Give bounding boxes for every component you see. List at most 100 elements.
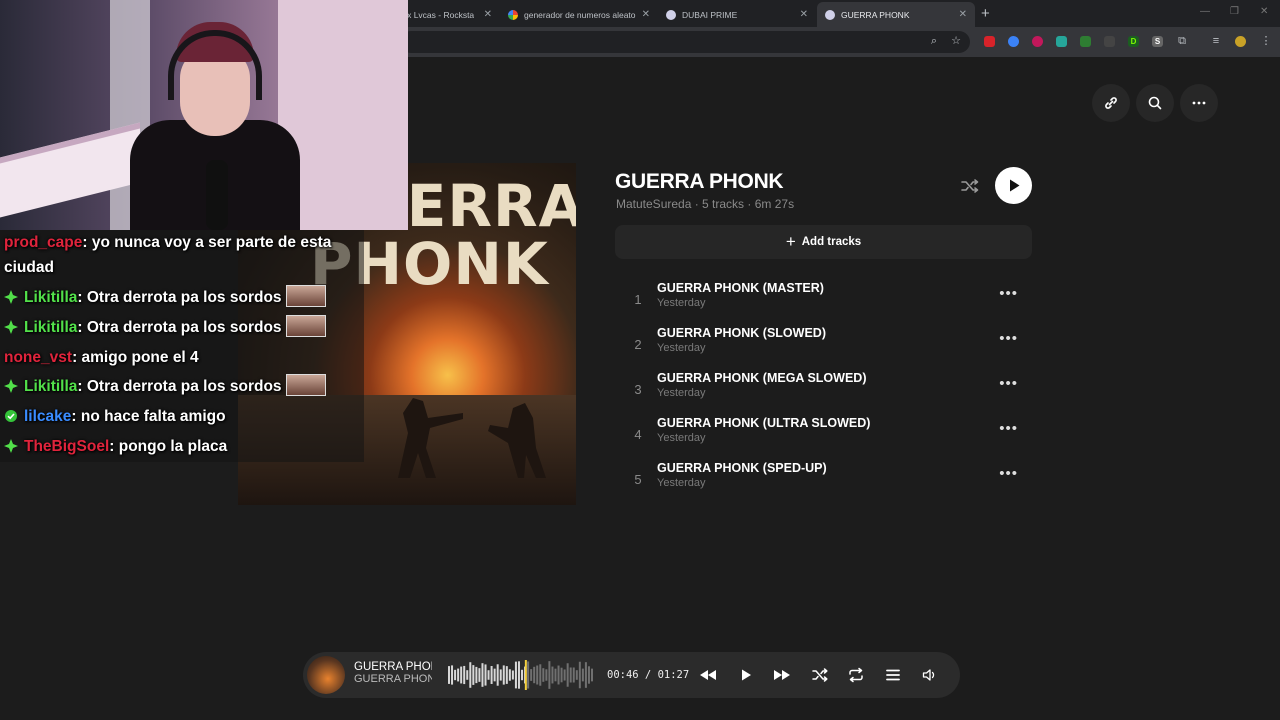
chat-text: : Otra derrota pa los sordos [77,319,282,336]
track-row[interactable]: 5 GUERRA PHONK (SPED-UP) Yesterday ••• [625,459,1030,499]
track-title: GUERRA PHONK (MASTER) [657,281,824,295]
shuffle-icon [812,668,828,682]
browser-tab[interactable]: tt x Lvcas - Rocksta ✕ [392,2,500,27]
waveform-bar [454,669,457,681]
track-more-button[interactable]: ••• [999,420,1018,437]
play-playlist-button[interactable] [995,167,1032,204]
add-tracks-button[interactable]: + Add tracks [615,225,1032,259]
waveform-bar [517,661,520,689]
microphone [206,160,228,230]
track-more-button[interactable]: ••• [999,330,1018,347]
waveform-bar [539,664,542,686]
maximize-icon[interactable]: ❐ [1230,6,1239,17]
waveform-bar [542,668,545,682]
play-icon [1010,179,1020,192]
waveform-bar [499,669,502,681]
waveform-bar [511,670,514,680]
waveform-bar [530,669,533,681]
chat-message: TheBigSoel: pongo la placa [4,434,227,459]
more-options-button[interactable] [1180,84,1218,122]
shuffle-button[interactable] [810,665,830,685]
chat-username: TheBigSoel [24,438,110,455]
browser-tab-active[interactable]: GUERRA PHONK ✕ [817,2,975,27]
waveform-bar [560,667,563,683]
repeat-button[interactable] [846,665,866,685]
bookmark-star-icon[interactable]: ☆ [950,35,962,47]
now-playing-title[interactable]: GUERRA PHONK [354,661,432,673]
zoom-icon[interactable]: ⌕ [928,35,940,47]
volume-button[interactable] [920,665,940,685]
now-playing-thumbnail[interactable] [307,656,345,694]
google-icon [508,9,518,20]
chat-message: Likitilla: Otra derrota pa los sordos [4,285,326,310]
browser-tab[interactable]: DUBAI PRIME ✕ [658,2,816,27]
green-diamond-icon [4,290,18,304]
playhead-marker[interactable] [524,660,527,690]
play-button[interactable] [736,665,756,685]
track-row[interactable]: 3 GUERRA PHONK (MEGA SLOWED) Yesterday •… [625,369,1030,409]
address-bar[interactable] [400,31,970,53]
track-date: Yesterday [657,477,706,489]
extension-icon[interactable] [984,36,995,47]
play-icon [742,669,751,681]
webcam-overlay [0,0,408,230]
track-more-button[interactable]: ••• [999,465,1018,482]
extension-icon[interactable]: S [1152,36,1163,47]
close-icon[interactable]: ✕ [642,9,650,20]
track-row[interactable]: 1 GUERRA PHONK (MASTER) Yesterday ••• [625,279,1030,319]
chat-text: : yo nunca voy a ser parte de esta [82,234,332,251]
verified-icon [5,410,17,422]
green-diamond-icon [4,320,18,334]
waveform-bar [563,669,566,681]
browser-menu-icon[interactable]: ⋮ [1260,35,1272,47]
previous-button[interactable] [698,665,718,685]
chat-text: : Otra derrota pa los sordos [77,378,282,395]
tab-label: GUERRA PHONK [841,9,910,20]
chat-username: prod_cape [4,234,83,251]
waveform-bar [548,661,551,689]
playback-time: 00:46 / 01:27 [607,669,690,681]
new-tab-button[interactable]: + [981,5,990,22]
site-icon [666,9,676,20]
extension-icon[interactable]: D [1128,36,1139,47]
now-playing-artist[interactable]: GUERRA PHONK [354,673,432,685]
puzzle-icon[interactable]: ⧉ [1176,35,1188,47]
reading-list-icon[interactable]: ≡ [1210,35,1222,47]
track-number: 1 [634,292,642,307]
chat-emote [285,374,326,396]
green-diamond-icon [4,379,18,393]
stream-chat-overlay: prod_cape: yo nunca voy a ser parte de e… [0,230,364,462]
track-more-button[interactable]: ••• [999,285,1018,302]
browser-tab[interactable]: generador de numeros aleatori ✕ [500,2,658,27]
extension-icon[interactable] [1080,36,1091,47]
waveform-seekbar[interactable] [448,660,593,690]
track-row[interactable]: 4 GUERRA PHONK (ULTRA SLOWED) Yesterday … [625,414,1030,454]
plus-icon: + [785,232,796,251]
next-button[interactable] [772,665,792,685]
track-row[interactable]: 2 GUERRA PHONK (SLOWED) Yesterday ••• [625,324,1030,364]
waveform-bar [496,664,499,686]
close-icon[interactable]: ✕ [959,9,967,20]
waveform-bar [484,664,487,686]
close-icon[interactable]: ✕ [484,9,492,20]
extension-icon[interactable] [1008,36,1019,47]
shuffle-button[interactable] [959,176,981,196]
copy-link-button[interactable] [1092,84,1130,122]
queue-button[interactable] [883,665,903,685]
search-button[interactable] [1136,84,1174,122]
chat-emote [285,315,326,337]
close-icon[interactable]: ✕ [800,9,808,20]
close-window-icon[interactable]: ✕ [1260,6,1268,17]
chat-text: : Otra derrota pa los sordos [77,289,282,306]
extension-icon[interactable] [1104,36,1115,47]
chat-message: Likitilla: Otra derrota pa los sordos [4,374,326,399]
waveform-bar [527,661,530,689]
extension-icon[interactable] [1032,36,1043,47]
waveform-bar [575,670,578,680]
extension-icon[interactable] [1056,36,1067,47]
waveform-bar [584,662,587,688]
avatar[interactable] [1235,36,1246,47]
waveform-bar [457,668,460,682]
minimize-icon[interactable]: — [1200,6,1210,17]
track-more-button[interactable]: ••• [999,375,1018,392]
